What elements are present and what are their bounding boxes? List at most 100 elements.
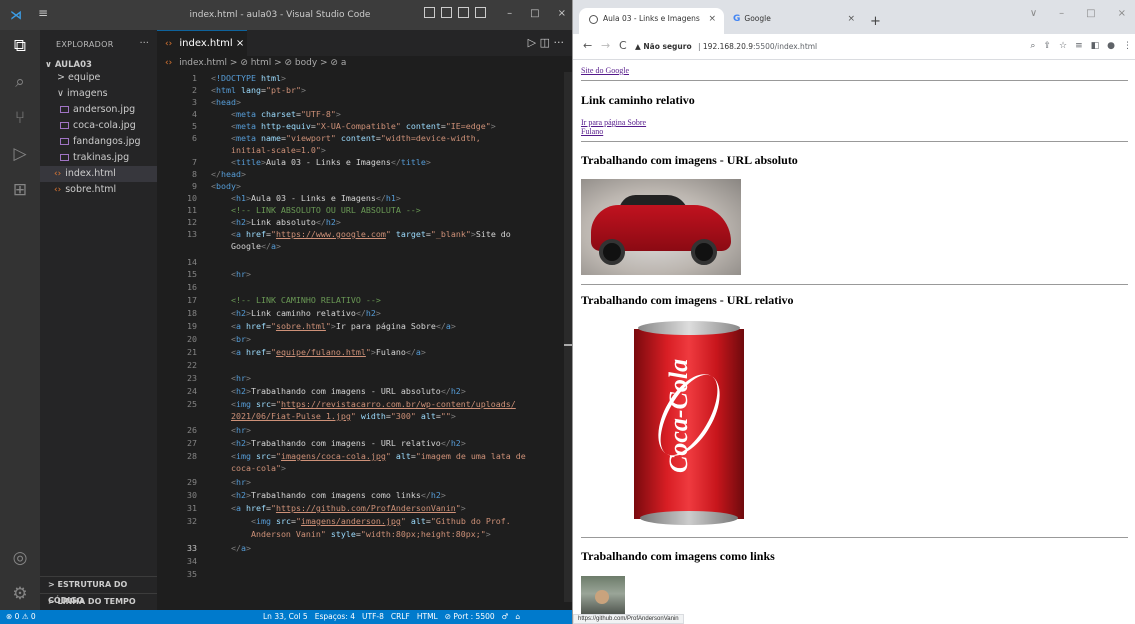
security-indicator[interactable]: ▲ Não seguro [635, 42, 692, 51]
tab-close-icon[interactable]: × [847, 8, 855, 30]
tab-index-html[interactable]: ‹› index.html × [157, 30, 247, 56]
close-icon[interactable]: × [1118, 8, 1126, 19]
share-icon[interactable]: ⇪ [1043, 41, 1051, 51]
reload-button[interactable]: C [619, 39, 627, 52]
tab-close-icon[interactable]: × [708, 8, 716, 30]
chrome-menu-icon[interactable]: ⋮ [1123, 41, 1132, 51]
source-control-icon[interactable]: ⑂ [8, 106, 32, 130]
account-icon[interactable]: ◎ [8, 546, 32, 570]
tree-file-coca-cola[interactable]: coca-cola.jpg [40, 118, 157, 134]
tree-file-anderson[interactable]: anderson.jpg [40, 102, 157, 118]
link-sobre[interactable]: Ir para página Sobre [581, 118, 646, 127]
code-line: <body> [211, 181, 241, 191]
maximize-icon[interactable]: □ [1086, 8, 1095, 19]
timeline-section[interactable]: > LINHA DO TEMPO [40, 593, 157, 609]
line-number: 1 [192, 73, 197, 83]
tree-file-index[interactable]: ‹› index.html [40, 166, 157, 182]
browser-tab-google[interactable]: G Google × [723, 8, 863, 34]
code-line: <html lang="pt-br"> [211, 85, 306, 95]
editor-actions[interactable]: ▷ ◫ ··· [528, 36, 564, 49]
toggle-sidebar-icon[interactable] [424, 7, 435, 18]
minimize-icon[interactable]: – [1059, 8, 1064, 19]
code-editor[interactable]: 1 <!DOCTYPE html> 2 <html lang="pt-br"> … [157, 72, 572, 622]
new-tab-button[interactable]: + [870, 14, 881, 29]
breadcrumb[interactable]: ‹› index.html > ⊘ html > ⊘ body > ⊘ a [165, 58, 346, 68]
coca-cola-logo: Coca-Cola [664, 358, 693, 474]
image-file-icon [60, 122, 69, 129]
run-debug-icon[interactable]: ▷ [8, 142, 32, 166]
html-file-icon: ‹› [165, 58, 173, 68]
settings-gear-icon[interactable]: ⚙ [8, 582, 32, 606]
zoom-icon[interactable]: ⌕ [1030, 41, 1035, 51]
feedback-icon[interactable]: ♂ [502, 610, 509, 624]
tree-label: coca-cola.jpg [73, 120, 136, 131]
extensions-icon[interactable]: ⊞ [8, 178, 32, 202]
code-line: <hr> [230, 269, 251, 279]
problems-status[interactable]: ⊗ 0 ⚠ 0 [6, 610, 36, 624]
back-button[interactable]: ← [583, 39, 592, 52]
search-icon[interactable]: ⌕ [8, 70, 32, 94]
status-bar: ⊗ 0 ⚠ 0 Ln 33, Col 5 Espaços: 4 UTF-8 CR… [0, 610, 572, 624]
minimize-icon[interactable]: – [507, 8, 512, 19]
forward-button[interactable]: → [601, 39, 610, 52]
line-number: 11 [187, 205, 197, 215]
tree-file-trakinas[interactable]: trakinas.jpg [40, 150, 157, 166]
indentation-status[interactable]: Espaços: 4 [315, 610, 355, 624]
code-line: Anderson Vanin" style="width:80px;height… [250, 529, 491, 539]
line-number: 2 [192, 85, 197, 95]
close-icon[interactable]: × [558, 8, 566, 19]
line-number: 7 [192, 157, 197, 167]
layout-toggles [424, 7, 486, 18]
scroll-thumb[interactable] [564, 344, 572, 346]
outline-section[interactable]: > ESTRUTURA DO CÓDIGO [40, 576, 157, 605]
vscode-titlebar: ⋊ ≡ index.html - aula03 - Visual Studio … [0, 0, 572, 30]
line-number: 6 [192, 133, 197, 143]
encoding-status[interactable]: UTF-8 [362, 610, 384, 624]
heading-link-relativo: Link caminho relativo [581, 93, 695, 107]
customize-layout-icon[interactable] [475, 7, 486, 18]
code-line: </head> [211, 169, 246, 179]
address-bar[interactable]: ▲ Não seguro | 192.168.20.9:5500/index.h… [635, 39, 1031, 55]
root-folder[interactable]: ∨ AULA03 [45, 60, 92, 70]
tree-folder-equipe[interactable]: > equipe [40, 70, 157, 86]
tree-label: ∨ imagens [57, 88, 108, 99]
toggle-panel-icon[interactable] [441, 7, 452, 18]
bookmark-star-icon[interactable]: ☆ [1059, 41, 1067, 51]
maximize-icon[interactable]: □ [530, 8, 539, 19]
tree-file-fandangos[interactable]: fandangos.jpg [40, 134, 157, 150]
reading-list-icon[interactable]: ≡ [1075, 41, 1083, 51]
toggle-secondary-sidebar-icon[interactable] [458, 7, 469, 18]
eol-status[interactable]: CRLF [391, 610, 410, 624]
line-number: 17 [187, 295, 197, 305]
image-file-icon [60, 154, 69, 161]
explorer-title: EXPLORADOR [56, 40, 114, 49]
browser-tab-aula03[interactable]: Aula 03 - Links e Imagens × [579, 8, 724, 34]
editor-scrollbar[interactable] [564, 72, 572, 602]
line-number: 12 [187, 217, 197, 227]
link-site-do-google[interactable]: Site do Google [581, 66, 629, 75]
code-line: <meta name="viewport" content="width=dev… [230, 133, 481, 143]
side-panel-icon[interactable]: ◧ [1091, 41, 1100, 51]
line-number: 33 [187, 543, 197, 553]
explorer-more-icon[interactable]: ··· [139, 38, 149, 49]
link-fulano[interactable]: Fulano [581, 127, 603, 136]
line-number: 14 [187, 257, 197, 267]
globe-icon [589, 14, 598, 24]
activity-bar: ⧉ ⌕ ⑂ ▷ ⊞ ◎ ⚙ [0, 30, 40, 610]
profile-avatar-icon[interactable]: ● [1107, 41, 1115, 51]
tab-close-icon[interactable]: × [236, 38, 244, 49]
explorer-icon[interactable]: ⧉ [8, 34, 32, 58]
tree-label: trakinas.jpg [73, 152, 130, 163]
tree-folder-imagens[interactable]: ∨ imagens [40, 86, 157, 102]
line-number: 4 [192, 109, 197, 119]
browser-window-controls: ∨ – □ × [1030, 8, 1126, 19]
line-number: 23 [187, 373, 197, 383]
notifications-icon[interactable]: ⌂ [515, 610, 520, 624]
tab-search-icon[interactable]: ∨ [1030, 8, 1037, 19]
web-page: Site do Google Link caminho relativo Ir … [573, 60, 1135, 624]
cursor-position[interactable]: Ln 33, Col 5 [263, 610, 308, 624]
line-number: 35 [187, 569, 197, 579]
live-server-port[interactable]: ⊘ Port : 5500 [445, 610, 495, 624]
language-mode[interactable]: HTML [417, 610, 438, 624]
tree-file-sobre[interactable]: ‹› sobre.html [40, 182, 157, 198]
